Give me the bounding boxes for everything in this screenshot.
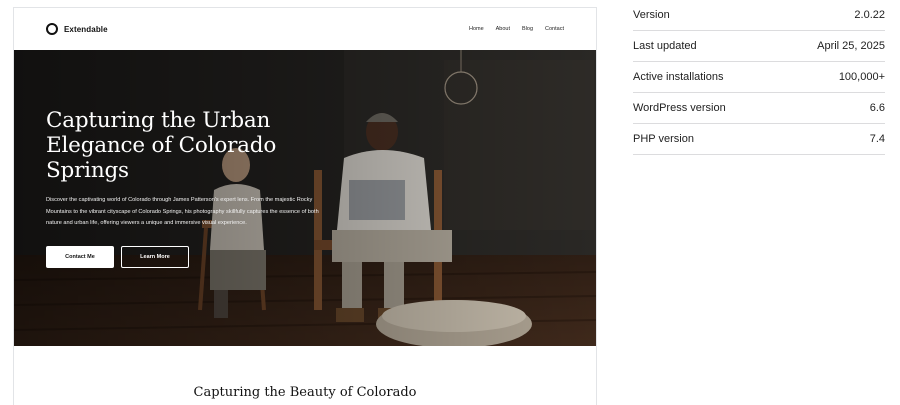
meta-label: Version [633, 9, 670, 21]
meta-label: Active installations [633, 71, 724, 83]
nav-about[interactable]: About [496, 26, 510, 32]
meta-label: PHP version [633, 133, 694, 145]
meta-value: 6.6 [869, 102, 885, 114]
site-nav: Home About Blog Contact [469, 26, 564, 32]
hero-description: Discover the captivating world of Colora… [46, 197, 319, 226]
meta-row-version: Version 2.0.22 [633, 0, 885, 31]
theme-meta-table: Version 2.0.22 Last updated April 25, 20… [633, 0, 885, 155]
meta-row-last-updated: Last updated April 25, 2025 [633, 31, 885, 62]
site-header: Extendable Home About Blog Contact [14, 8, 596, 50]
hero-section: Capturing the Urban Elegance of Colorado… [14, 50, 596, 346]
contact-me-button[interactable]: Contact Me [46, 245, 114, 268]
meta-value: April 25, 2025 [817, 40, 885, 52]
hero-content: Capturing the Urban Elegance of Colorado… [46, 108, 336, 268]
theme-preview[interactable]: Extendable Home About Blog Contact Captu… [13, 7, 597, 405]
nav-contact[interactable]: Contact [545, 26, 564, 32]
meta-value: 7.4 [869, 133, 885, 145]
meta-label: Last updated [633, 40, 697, 52]
meta-row-php-version: PHP version 7.4 [633, 124, 885, 155]
circle-logo-icon [46, 23, 58, 35]
hero-title: Capturing the Urban Elegance of Colorado… [46, 108, 277, 183]
meta-value: 100,000+ [838, 71, 885, 83]
meta-row-active-installations: Active installations 100,000+ [633, 62, 885, 93]
meta-label: WordPress version [633, 102, 726, 114]
nav-home[interactable]: Home [469, 26, 484, 32]
learn-more-button[interactable]: Learn More [121, 245, 189, 268]
site-title: Extendable [64, 24, 108, 34]
meta-value: 2.0.22 [854, 9, 885, 21]
site-logo[interactable]: Extendable [46, 23, 108, 35]
nav-blog[interactable]: Blog [522, 26, 533, 32]
section-heading: Capturing the Beauty of Colorado [193, 385, 417, 400]
hero-buttons: Contact Me Learn More [46, 245, 336, 268]
meta-row-wordpress-version: WordPress version 6.6 [633, 93, 885, 124]
